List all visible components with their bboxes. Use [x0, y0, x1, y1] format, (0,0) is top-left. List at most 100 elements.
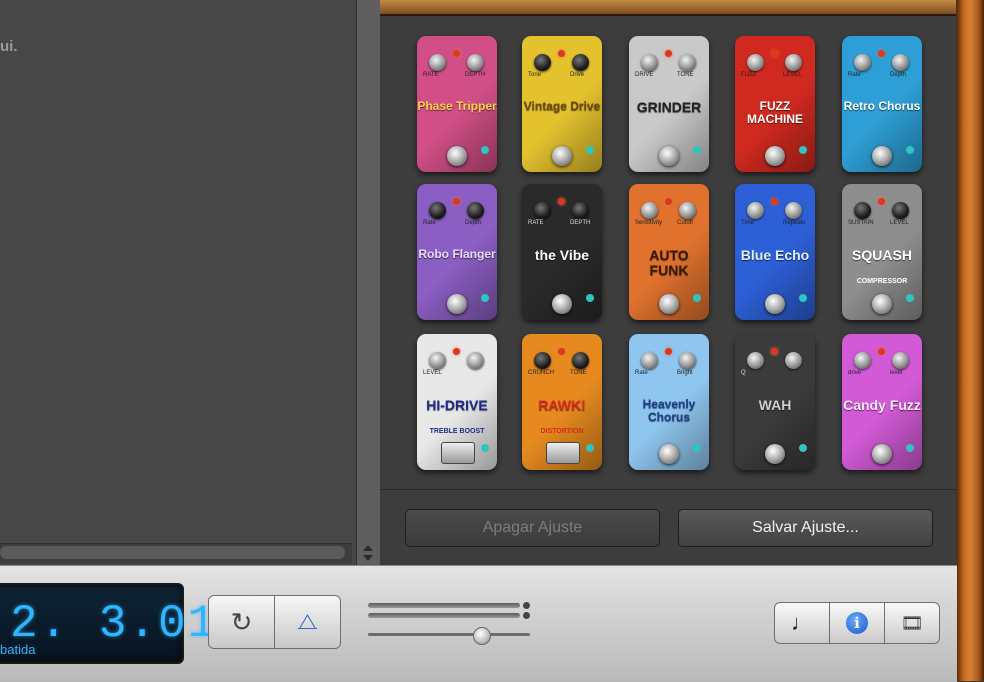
- delete-preset-button[interactable]: Apagar Ajuste: [405, 509, 660, 547]
- pedal-subname: COMPRESSOR: [856, 278, 908, 285]
- footswitch[interactable]: [552, 294, 572, 314]
- knob[interactable]: [641, 54, 658, 71]
- led-indicator: [771, 348, 778, 355]
- knob[interactable]: [429, 202, 446, 219]
- sync-indicator: [906, 294, 914, 302]
- knob[interactable]: [467, 54, 484, 71]
- led-indicator: [558, 50, 565, 57]
- knob[interactable]: [892, 202, 909, 219]
- pedal-control-label: Drive: [570, 72, 585, 78]
- knob[interactable]: [679, 54, 696, 71]
- footswitch[interactable]: [552, 146, 572, 166]
- footswitch[interactable]: [765, 294, 785, 314]
- knob[interactable]: [572, 352, 589, 369]
- pedal-blue-echo[interactable]: Time Repeats Blue Echo: [735, 184, 815, 320]
- footswitch[interactable]: [659, 444, 679, 464]
- knob[interactable]: [429, 352, 446, 369]
- cycle-icon: ↻: [230, 607, 253, 637]
- knob[interactable]: [679, 352, 696, 369]
- footswitch[interactable]: [546, 442, 580, 464]
- pedal-vintage-drive[interactable]: Tone Drive Vintage Drive: [522, 36, 602, 172]
- pedal-name: the Vibe: [534, 247, 590, 263]
- footswitch[interactable]: [872, 444, 892, 464]
- pedal-phase-tripper[interactable]: RATE DEPTH Phase Tripper: [417, 36, 497, 172]
- wood-trim-top: [380, 0, 956, 16]
- knob[interactable]: [854, 202, 871, 219]
- pedal-auto-funk[interactable]: Sensitivity Cutoff AUTO FUNK: [629, 184, 709, 320]
- knob[interactable]: [429, 54, 446, 71]
- knob[interactable]: [641, 202, 658, 219]
- metronome-button[interactable]: ⧍: [274, 595, 341, 649]
- footswitch[interactable]: [447, 294, 467, 314]
- sync-indicator: [693, 146, 701, 154]
- track-list-hint: ui.: [0, 38, 18, 55]
- pedal-wah[interactable]: Q WAH: [735, 334, 815, 470]
- footswitch[interactable]: [765, 444, 785, 464]
- save-preset-button[interactable]: Salvar Ajuste...: [678, 509, 933, 547]
- pedal-squash-compressor[interactable]: SUSTAIN LEVEL SQUASH COMPRESSOR: [842, 184, 922, 320]
- knob[interactable]: [747, 352, 764, 369]
- footswitch[interactable]: [659, 294, 679, 314]
- pedal-name: HI-DRIVE: [426, 397, 488, 413]
- knob[interactable]: [641, 352, 658, 369]
- scrollbar-thumb[interactable]: [0, 546, 345, 559]
- sync-indicator: [586, 294, 594, 302]
- pedal-retro-chorus[interactable]: Rate Depth Retro Chorus: [842, 36, 922, 172]
- knob[interactable]: [534, 352, 551, 369]
- knob[interactable]: [892, 54, 909, 71]
- pedal-candy-fuzz[interactable]: drive level Candy Fuzz: [842, 334, 922, 470]
- scroll-up-arrow-icon[interactable]: [363, 545, 373, 551]
- pedal-rawk-distortion[interactable]: CRUNCH TONE RAWK! DISTORTION: [522, 334, 602, 470]
- panel-divider[interactable]: [356, 0, 382, 565]
- pedal-heavenly-chorus[interactable]: Rate Bright Heavenly Chorus: [629, 334, 709, 470]
- knob[interactable]: [854, 352, 871, 369]
- sync-indicator: [586, 444, 594, 452]
- knob[interactable]: [679, 202, 696, 219]
- knob[interactable]: [892, 352, 909, 369]
- cycle-button[interactable]: ↻: [208, 595, 275, 649]
- footswitch[interactable]: [659, 146, 679, 166]
- sync-indicator: [906, 146, 914, 154]
- knob[interactable]: [747, 54, 764, 71]
- info-button[interactable]: i: [829, 602, 885, 644]
- pedal-control-label: TONE: [570, 370, 587, 376]
- loop-browser-button[interactable]: ♩: [774, 602, 830, 644]
- pedal-hi-drive[interactable]: LEVEL HI-DRIVE TREBLE BOOST: [417, 334, 497, 470]
- footswitch[interactable]: [765, 146, 785, 166]
- scroll-down-arrow-icon[interactable]: [363, 555, 373, 561]
- pedal-control-label: Q: [741, 370, 746, 376]
- knob[interactable]: [854, 54, 871, 71]
- pedal-name: FUZZ MACHINE: [747, 99, 803, 126]
- media-browser-button[interactable]: 🎞: [884, 602, 940, 644]
- knob[interactable]: [534, 54, 551, 71]
- pedal-control-label: Rate: [635, 370, 648, 376]
- knob[interactable]: [572, 54, 589, 71]
- footswitch[interactable]: [872, 146, 892, 166]
- knob[interactable]: [785, 54, 802, 71]
- pedal-control-label: RATE: [423, 72, 439, 78]
- knob[interactable]: [785, 202, 802, 219]
- footswitch[interactable]: [872, 294, 892, 314]
- pedal-control-label: Bright: [677, 370, 693, 376]
- led-indicator: [665, 198, 672, 205]
- footswitch[interactable]: [447, 146, 467, 166]
- knob[interactable]: [534, 202, 551, 219]
- divider: [380, 489, 956, 490]
- master-volume-slider[interactable]: [368, 633, 530, 636]
- pedal-control-label: Depth: [465, 220, 482, 226]
- knob[interactable]: [467, 352, 484, 369]
- knob[interactable]: [747, 202, 764, 219]
- knob[interactable]: [785, 352, 802, 369]
- pedal-robo-flanger[interactable]: Rate Depth Robo Flanger: [417, 184, 497, 320]
- led-indicator: [771, 198, 778, 205]
- pedal-the-vibe[interactable]: RATE DEPTH the Vibe: [522, 184, 602, 320]
- knob[interactable]: [467, 202, 484, 219]
- pedal-control-label: DEPTH: [570, 220, 591, 226]
- led-indicator: [453, 348, 460, 355]
- pedal-grinder[interactable]: DRIVE TONE GRINDER: [629, 36, 709, 172]
- info-icon: i: [846, 612, 868, 634]
- pedal-fuzz-machine[interactable]: FUZZ LEVEL FUZZ MACHINE: [735, 36, 815, 172]
- pedal-subname: TREBLE BOOST: [429, 428, 485, 435]
- footswitch[interactable]: [441, 442, 475, 464]
- knob[interactable]: [572, 202, 589, 219]
